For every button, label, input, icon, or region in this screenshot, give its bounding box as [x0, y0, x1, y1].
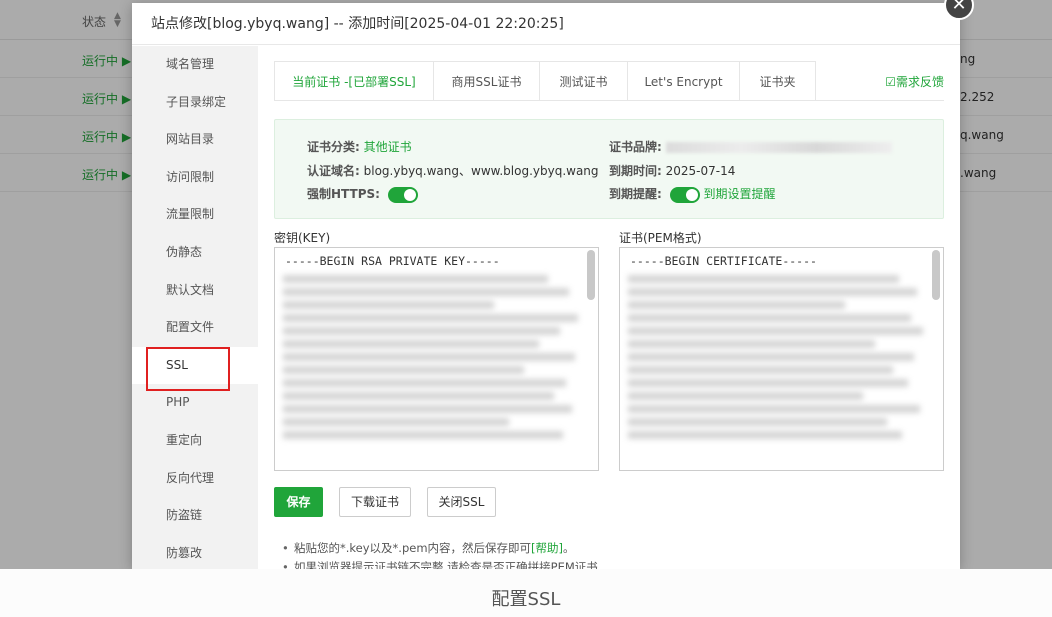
sidebar-item-label: 流量限制 [166, 207, 215, 222]
key-scrollbar[interactable] [587, 250, 595, 300]
key-field-label: 密钥(KEY) [274, 231, 331, 245]
cert-field-label: 证书(PEM格式) [619, 231, 702, 245]
cert-scrollbar[interactable] [932, 250, 940, 300]
cert-info-box: 证书分类: 其他证书 认证域名: blog.ybyq.wang、www.blog… [274, 119, 944, 219]
force-https: 强制HTTPS: [307, 185, 418, 203]
force-https-toggle[interactable] [387, 186, 418, 203]
sidebar-item-label: 网站目录 [166, 132, 215, 147]
cert-expire-label: 到期时间: [609, 164, 662, 178]
sidebar-item-domain[interactable]: 域名管理 [132, 46, 258, 84]
force-https-label: 强制HTTPS: [307, 187, 380, 201]
site-edit-modal: 站点修改[blog.ybyq.wang] -- 添加时间[2025-04-01 … [132, 3, 960, 569]
sidebar-item-label: 重定向 [166, 432, 203, 447]
sidebar-item-php[interactable]: PHP [132, 384, 258, 422]
sidebar-item-reverse-proxy[interactable]: 反向代理 [132, 460, 258, 498]
sidebar-item-label: 伪静态 [166, 244, 203, 259]
sidebar-item-site-dir[interactable]: 网站目录 [132, 121, 258, 159]
download-cert-button[interactable]: 下载证书 [339, 487, 411, 517]
tab-cert-folder[interactable]: 证书夹 [739, 61, 816, 101]
help-link[interactable]: [帮助] [531, 541, 563, 555]
sidebar-item-label: 默认文档 [166, 282, 215, 297]
sidebar-item-traffic-limit[interactable]: 流量限制 [132, 196, 258, 234]
feedback-label: 需求反馈 [895, 75, 944, 89]
key-redacted-content [283, 270, 584, 466]
sidebar-item-default-doc[interactable]: 默认文档 [132, 272, 258, 310]
sidebar-item-label: PHP [166, 395, 190, 410]
cert-expire-value: 2025-07-14 [665, 164, 736, 178]
help-note: 如果浏览器提示证书链不完整,请检查是否正确拼接PEM证书 [282, 558, 598, 569]
cert-category-value: 其他证书 [363, 140, 412, 154]
cert-brand-redacted [665, 142, 892, 153]
help-notes: 粘贴您的*.key以及*.pem内容，然后保存即可[帮助]。 如果浏览器提示证书… [282, 539, 598, 569]
cert-category: 证书分类: 其他证书 [307, 138, 412, 155]
sidebar-item-redirect[interactable]: 重定向 [132, 422, 258, 460]
feedback-link[interactable]: ☑需求反馈 [885, 73, 944, 90]
close-ssl-button[interactable]: 关闭SSL [427, 487, 496, 517]
sidebar-item-ssl[interactable]: SSL [132, 346, 258, 391]
tab-test-cert[interactable]: 测试证书 [539, 61, 628, 101]
tab-commercial-ssl[interactable]: 商用SSL证书 [433, 61, 540, 101]
feedback-icon: ☑ [885, 75, 896, 89]
sidebar-item-hotlink[interactable]: 防盗链 [132, 497, 258, 535]
expire-reminder-toggle[interactable] [669, 186, 700, 203]
modal-title: 站点修改[blog.ybyq.wang] -- 添加时间[2025-04-01 … [132, 3, 960, 45]
save-button[interactable]: 保存 [274, 487, 323, 517]
sidebar-item-config-file[interactable]: 配置文件 [132, 309, 258, 347]
image-caption: 配置SSL [0, 569, 1052, 617]
sidebar-item-subdir[interactable]: 子目录绑定 [132, 84, 258, 122]
cert-domain-label: 认证域名: [307, 164, 360, 178]
cert-expire: 到期时间: 2025-07-14 [609, 162, 735, 179]
expire-reminder-label: 到期提醒: [609, 187, 662, 201]
expire-reminder: 到期提醒: 到期设置提醒 [609, 185, 775, 203]
sidebar-item-label: 域名管理 [166, 57, 215, 71]
key-first-line: -----BEGIN RSA PRIVATE KEY----- [285, 254, 500, 268]
cert-brand-label: 证书品牌: [609, 140, 662, 154]
sidebar-item-label: 配置文件 [166, 320, 215, 335]
tab-underline [274, 100, 944, 101]
tab-current-cert[interactable]: 当前证书 -[已部署SSL] [274, 61, 434, 101]
sidebar-item-tamper-proof[interactable]: 防篡改 [132, 535, 258, 569]
certificate-textarea[interactable]: -----BEGIN CERTIFICATE----- [619, 247, 944, 471]
cert-domain: 认证域名: blog.ybyq.wang、www.blog.ybyq.wang [307, 162, 599, 179]
help-note-suffix: 。 [563, 541, 575, 555]
expire-reminder-link[interactable]: 到期设置提醒 [703, 187, 775, 201]
cert-category-label: 证书分类: [307, 140, 360, 154]
ssl-tabs: 当前证书 -[已部署SSL] 商用SSL证书 测试证书 Let's Encryp… [274, 61, 944, 101]
sidebar-item-access-limit[interactable]: 访问限制 [132, 159, 258, 197]
cert-first-line: -----BEGIN CERTIFICATE----- [630, 254, 817, 268]
help-note-text: 粘贴您的*.key以及*.pem内容，然后保存即可 [294, 541, 532, 555]
sidebar-item-label: 防盗链 [166, 508, 203, 523]
cert-domain-value: blog.ybyq.wang、www.blog.ybyq.wang [363, 164, 599, 178]
ssl-content-panel: 当前证书 -[已部署SSL] 商用SSL证书 测试证书 Let's Encryp… [274, 61, 944, 569]
sidebar-item-label: 子目录绑定 [166, 94, 227, 109]
private-key-textarea[interactable]: -----BEGIN RSA PRIVATE KEY----- [274, 247, 599, 471]
sidebar-item-label: 防篡改 [166, 545, 203, 560]
cert-brand: 证书品牌: [609, 138, 892, 155]
help-note: 粘贴您的*.key以及*.pem内容，然后保存即可[帮助]。 [282, 539, 598, 558]
sidebar-item-rewrite[interactable]: 伪静态 [132, 234, 258, 272]
cert-redacted-content [628, 270, 929, 466]
sidebar-item-label: 反向代理 [166, 470, 215, 485]
tab-lets-encrypt[interactable]: Let's Encrypt [627, 61, 740, 101]
sidebar-item-label: 访问限制 [166, 169, 215, 184]
modal-sidebar: 域名管理 子目录绑定 网站目录 访问限制 流量限制 伪静态 默认文档 配置文件 … [132, 46, 258, 569]
